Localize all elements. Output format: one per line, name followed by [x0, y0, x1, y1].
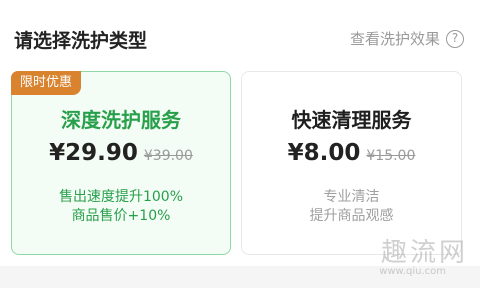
deep-care-desc-line-2: 商品售价+10%	[71, 208, 171, 224]
view-effect-link[interactable]: 查看洗护效果 ?	[350, 28, 464, 49]
quick-clean-original-price: ¥15.00	[366, 148, 416, 164]
quick-clean-price-row: ¥8.00 ¥15.00	[242, 140, 461, 166]
deep-care-price: ¥29.90	[49, 140, 138, 166]
quick-clean-option-card[interactable]: 快速清理服务 ¥8.00 ¥15.00 专业清洁 提升商品观感	[241, 71, 462, 255]
limited-offer-badge: 限时优惠	[11, 71, 82, 95]
quick-clean-desc-line-1: 专业清洁	[323, 189, 380, 205]
deep-care-price-row: ¥29.90 ¥39.00	[12, 140, 230, 166]
view-effect-label: 查看洗护效果	[349, 30, 440, 48]
help-icon[interactable]: ?	[446, 29, 464, 48]
quick-clean-service-name: 快速清理服务	[291, 108, 412, 132]
deep-care-description: 售出速度提升100% 商品售价+10%	[12, 188, 230, 226]
header: 请选择洗护类型 查看洗护效果 ?	[0, 0, 480, 60]
quick-clean-price: ¥8.00	[287, 140, 361, 166]
quick-clean-description: 专业清洁 提升商品观感	[242, 188, 461, 226]
deep-care-service-name: 深度洗护服务	[61, 108, 181, 132]
watermark-logo: 趣流网	[380, 238, 468, 268]
deep-care-desc-line-1: 售出速度提升100%	[58, 189, 184, 205]
watermark-url: www.qiu.com	[379, 266, 446, 277]
page-title: 请选择洗护类型	[14, 30, 148, 52]
deep-care-original-price: ¥39.00	[143, 148, 193, 164]
quick-clean-desc-line-2: 提升商品观感	[309, 208, 394, 224]
deep-care-option-card[interactable]: 限时优惠 深度洗护服务 ¥29.90 ¥39.00 售出速度提升100% 商品售…	[11, 71, 231, 255]
